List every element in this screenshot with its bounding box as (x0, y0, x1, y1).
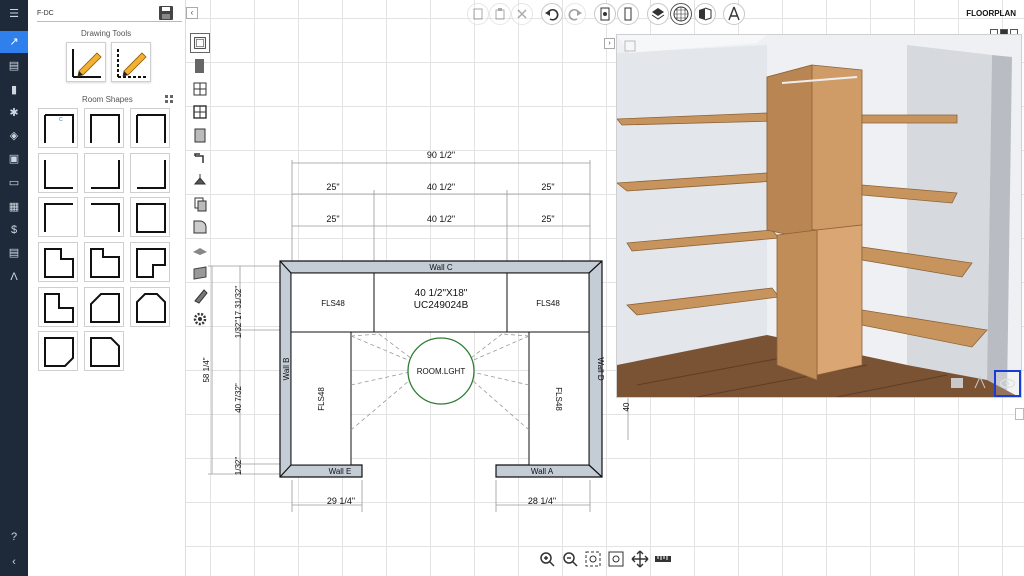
eye-toggle-button[interactable] (994, 370, 1021, 397)
center-unit-label-2: UC249024B (414, 300, 469, 311)
fls48-right-label: FLS48 (554, 387, 563, 411)
dim-right-cut: 40 (622, 402, 631, 411)
dim-left-height: 58 1/4" (202, 357, 211, 382)
dim-bottom-left: 29 1/4" (327, 496, 355, 506)
pan-icon[interactable] (631, 550, 649, 568)
fls48-top-left-label: FLS48 (321, 299, 345, 308)
fls48-top-right-label: FLS48 (536, 299, 560, 308)
zoom-in-icon[interactable] (538, 550, 556, 568)
wall-a-label: Wall A (531, 467, 554, 476)
side-handle[interactable] (1015, 408, 1024, 420)
wall-d-label: Wall D (596, 357, 605, 380)
dim-left-b: 40 7/32" (234, 383, 243, 413)
zoom-fit-icon[interactable] (584, 550, 602, 568)
fls48-left-label: FLS48 (317, 387, 326, 411)
ruler-icon[interactable] (654, 550, 672, 568)
dim-right-seg-1: 25" (541, 182, 554, 192)
zoom-out-icon[interactable] (561, 550, 579, 568)
wall-b-label: Wall B (282, 358, 291, 381)
dim-left-a: 1/32"17 31/32" (234, 286, 243, 339)
collapse-3d-icon[interactable]: › (604, 38, 615, 49)
zoom-selection-icon[interactable] (607, 550, 625, 568)
wall-c-label: Wall C (429, 263, 452, 272)
room-light-label: ROOM.LGHT (417, 367, 466, 376)
dim-left-c: 1/32" (234, 457, 243, 476)
wall-e-label: Wall E (329, 467, 352, 476)
dim-mid-seg-1: 40 1/2" (427, 182, 455, 192)
dim-bottom-right: 28 1/4" (528, 496, 556, 506)
dim-mid-seg-2: 40 1/2" (427, 214, 455, 224)
center-tower (766, 64, 863, 381)
dim-left-seg-1: 25" (326, 182, 339, 192)
center-unit-label-1: 40 1/2"X18" (415, 288, 468, 299)
eye-icon (999, 378, 1016, 389)
3d-closet-render (617, 35, 1021, 397)
dim-left-seg-2: 25" (326, 214, 339, 224)
dim-right-seg-2: 25" (541, 214, 554, 224)
3d-preview-pane[interactable] (616, 34, 1022, 398)
app-window: ☰ ↗ ▤ ▮ ✱ ◈ ▣ ▭ ▦ $ ▤ Λ ? ‹ Drawing Tool… (0, 0, 1024, 576)
dim-overall-width: 90 1/2" (427, 150, 455, 160)
